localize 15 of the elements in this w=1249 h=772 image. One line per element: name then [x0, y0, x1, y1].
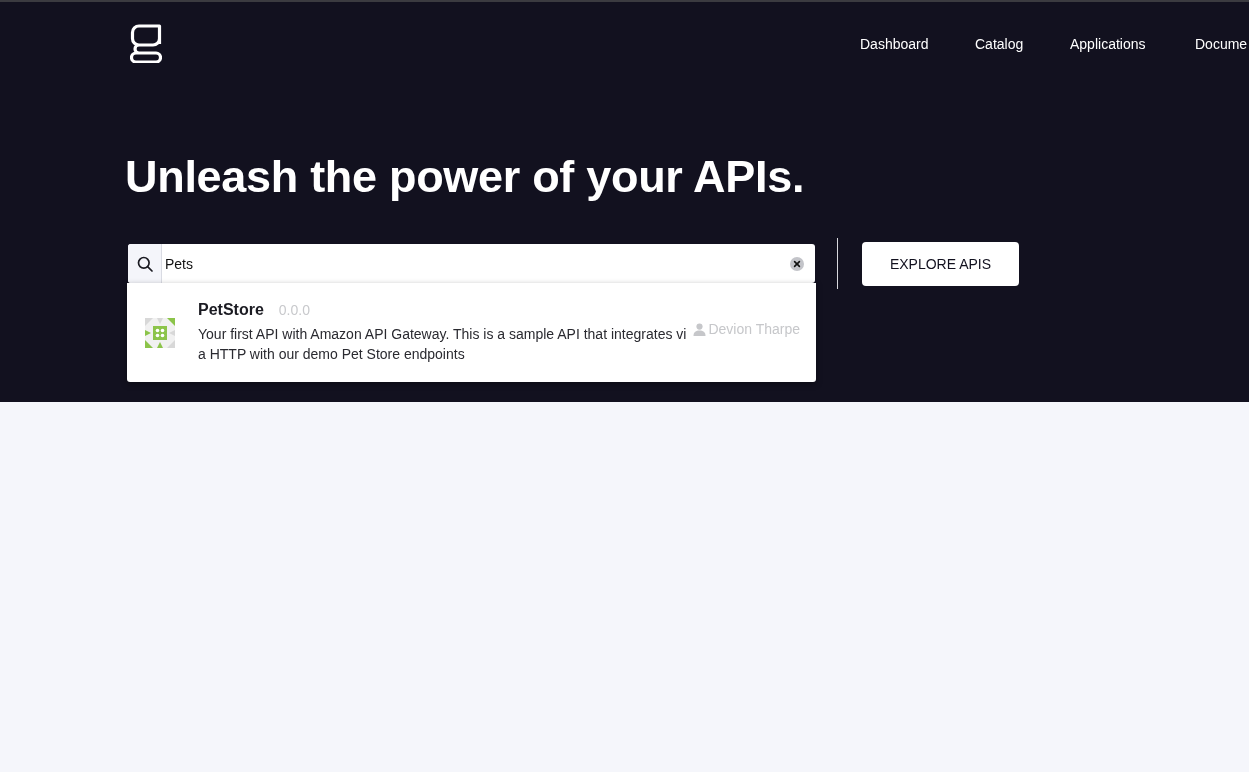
explore-apis-button[interactable]: EXPLORE APIS: [862, 242, 1019, 286]
owner-name: Devion Tharpe: [708, 320, 800, 339]
api-logo-icon: [145, 318, 175, 348]
clear-icon: [790, 256, 804, 271]
nav-link[interactable]: Dashboard: [860, 36, 929, 53]
api-description: Your first API with Amazon API Gateway. This is a sample API that integrates via HTTP with our demo Pet Store endpoints: [198, 325, 688, 364]
nav-link[interactable]: Docume: [1195, 36, 1248, 53]
logo-icon[interactable]: [130, 22, 162, 63]
nav-link[interactable]: Catalog: [975, 36, 1024, 53]
search-icon: [136, 255, 153, 272]
person-icon: [693, 323, 707, 336]
hero-heading: Unleash the power of your APIs.: [125, 150, 805, 204]
nav-link[interactable]: Applications: [1070, 36, 1146, 53]
api-name: PetStore: [198, 300, 264, 320]
clear-search-button[interactable]: [790, 256, 804, 271]
